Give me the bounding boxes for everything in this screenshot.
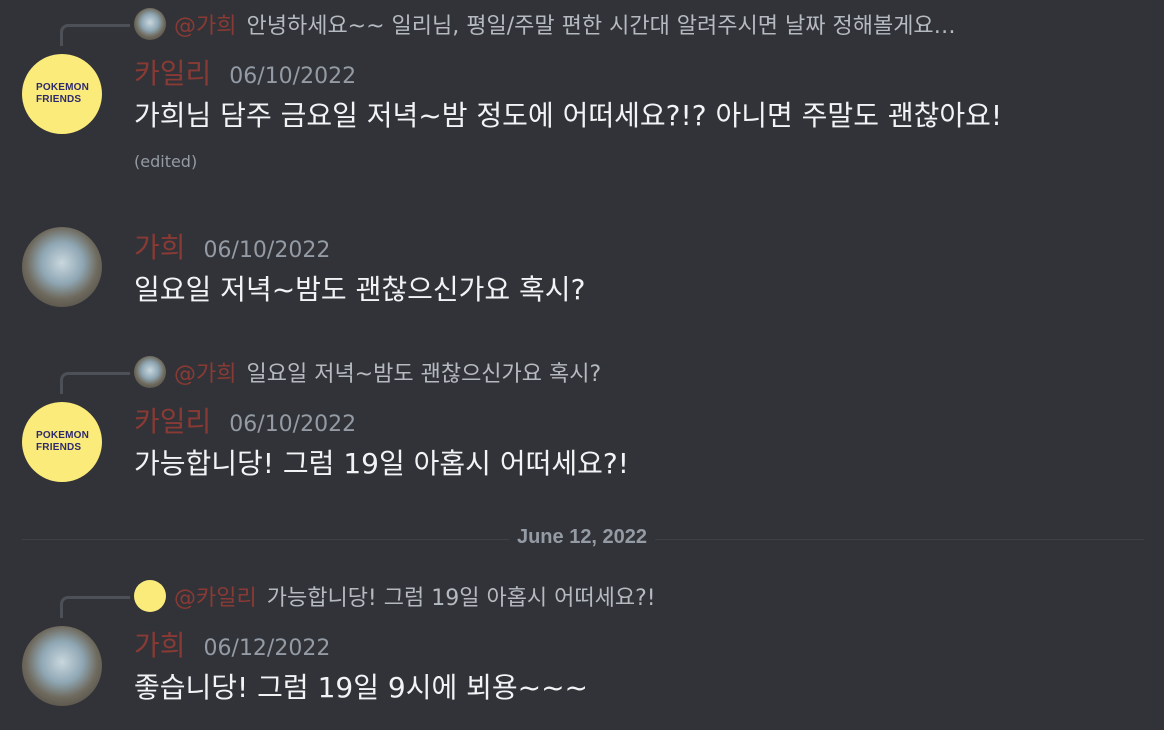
message-content: 좋습니당! 그럼 19일 9시에 뵈용~~~ [134,671,589,704]
reply-connector [60,372,130,394]
chat-log: @가희 안녕하세요~~ 일리님, 평일/주말 편한 시간대 알려주시면 날짜 정… [0,0,1164,730]
timestamp[interactable]: 06/10/2022 [204,238,331,263]
reply-connector [60,596,130,618]
date-divider: June 12, 2022 [0,526,1164,549]
message-header: 가희 06/12/2022 [134,624,330,664]
message-header: 가희 06/10/2022 [134,226,330,266]
avatar[interactable] [22,227,102,307]
reply-text: 안녕하세요~~ 일리님, 평일/주말 편한 시간대 알려주시면 날짜 정해볼게요… [246,14,956,39]
username[interactable]: 가희 [134,624,186,664]
reply-mention[interactable]: @카일리 [174,580,257,612]
reply-preview[interactable]: @가희 일요일 저녁~밤도 괜찮으신가요 혹시? [134,356,601,388]
message-header: 카일리 06/10/2022 [134,52,356,92]
username[interactable]: 가희 [134,226,186,266]
avatar[interactable]: POKEMON FRIENDS [22,54,102,134]
reply-text: 가능합니당! 그럼 19일 아홉시 어떠세요?! [266,586,656,611]
timestamp[interactable]: 06/10/2022 [229,64,356,89]
avatar-text-line-2: FRIENDS [36,94,82,105]
message-content: 일요일 저녁~밤도 괜찮으신가요 혹시? [134,273,586,306]
reply-preview[interactable]: @가희 안녕하세요~~ 일리님, 평일/주말 편한 시간대 알려주시면 날짜 정… [134,8,956,40]
avatar-text-line-2: FRIENDS [36,442,82,453]
message-content: 가능합니당! 그럼 19일 아홉시 어떠세요?! [134,447,629,480]
reply-connector [60,24,130,46]
avatar-text-line-1: POKEMON [36,82,90,93]
username[interactable]: 카일리 [134,400,211,440]
reply-avatar [134,8,166,40]
date-divider-label: June 12, 2022 [508,526,656,548]
reply-preview[interactable]: @카일리 가능합니당! 그럼 19일 아홉시 어떠세요?! [134,580,656,612]
reply-text: 일요일 저녁~밤도 괜찮으신가요 혹시? [246,362,602,387]
username[interactable]: 카일리 [134,52,211,92]
reply-mention[interactable]: @가희 [174,356,236,388]
message-header: 카일리 06/10/2022 [134,400,356,440]
reply-mention[interactable]: @가희 [174,8,236,40]
avatar-text-line-1: POKEMON [36,430,90,441]
edited-label: (edited) [134,152,198,171]
timestamp[interactable]: 06/10/2022 [229,412,356,437]
date-divider-line [22,539,1144,540]
message-content: 가희님 담주 금요일 저녁~밤 정도에 어떠세요?!? 아니면 주말도 괜찮아요… [134,99,1003,132]
avatar[interactable] [22,626,102,706]
avatar[interactable]: POKEMON FRIENDS [22,402,102,482]
timestamp[interactable]: 06/12/2022 [204,636,331,661]
reply-avatar [134,580,166,612]
reply-avatar [134,356,166,388]
